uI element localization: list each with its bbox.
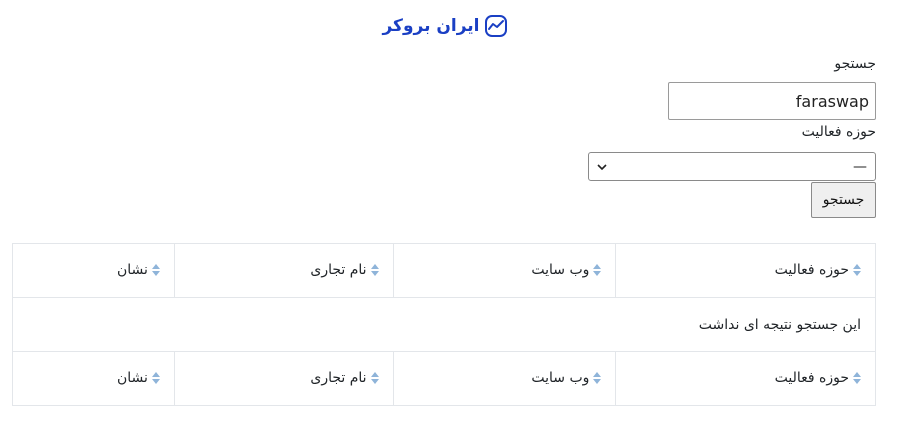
search-input-value: faraswap xyxy=(795,91,869,111)
column-footer-brand-name[interactable]: نام تجاری xyxy=(173,351,394,406)
search-submit-button[interactable]: جستجو xyxy=(811,182,876,218)
results-table: حوزه فعالیت وب سایت نام تجاری نشان این ج… xyxy=(12,243,876,406)
brand-name: ایران بروکر xyxy=(382,16,480,36)
brand-logo[interactable]: ایران بروکر xyxy=(380,12,510,40)
sort-arrows-icon xyxy=(151,371,160,384)
sort-arrows-icon xyxy=(853,263,861,276)
column-footer-activity[interactable]: حوزه فعالیت xyxy=(615,351,876,406)
table-row: این جستجو نتیجه ای نداشت xyxy=(12,297,876,352)
search-form: جستجو faraswap حوزه فعالیت — جستجو xyxy=(576,54,876,224)
search-input[interactable]: faraswap xyxy=(668,82,876,120)
column-header-badge[interactable]: نشان xyxy=(12,243,175,298)
table-header-row: حوزه فعالیت وب سایت نام تجاری نشان xyxy=(12,243,876,298)
sort-arrows-icon xyxy=(593,371,602,384)
column-header-activity[interactable]: حوزه فعالیت xyxy=(615,243,876,298)
sort-arrows-icon xyxy=(593,263,602,276)
column-footer-website[interactable]: وب سایت xyxy=(392,351,617,406)
activity-select[interactable]: — xyxy=(588,152,876,181)
sort-arrows-icon xyxy=(853,371,861,384)
activity-label: حوزه فعالیت xyxy=(801,124,876,140)
sort-arrows-icon xyxy=(151,263,160,276)
activity-select-value: — xyxy=(853,158,867,175)
table-footer-row: حوزه فعالیت وب سایت نام تجاری نشان xyxy=(12,351,876,406)
column-header-brand-name[interactable]: نام تجاری xyxy=(173,243,394,298)
empty-results-message: این جستجو نتیجه ای نداشت xyxy=(12,297,876,352)
sort-arrows-icon xyxy=(370,263,379,276)
search-label: جستجو xyxy=(834,56,876,72)
trend-chart-logo-icon xyxy=(484,15,507,37)
chevron-down-icon xyxy=(597,160,607,174)
sort-arrows-icon xyxy=(370,371,379,384)
column-header-website[interactable]: وب سایت xyxy=(392,243,617,298)
column-footer-badge[interactable]: نشان xyxy=(12,351,175,406)
